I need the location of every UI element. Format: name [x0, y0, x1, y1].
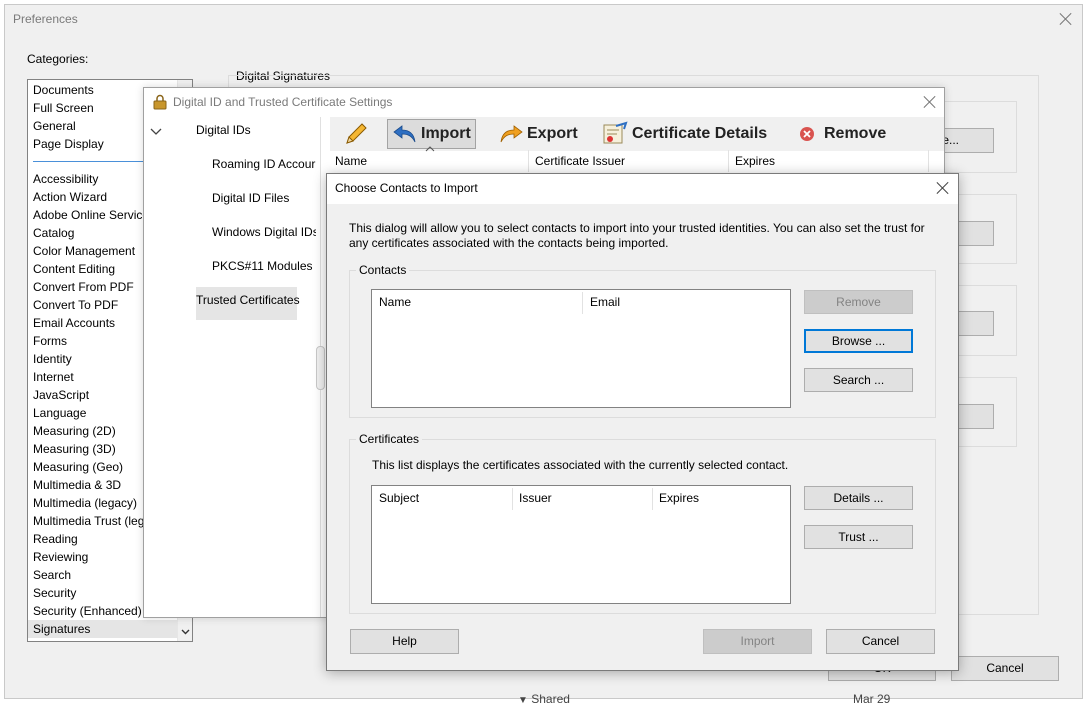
digital-id-close-icon[interactable]	[923, 95, 937, 109]
remove-contact-button[interactable]: Remove	[804, 290, 913, 314]
choose-contacts-close-icon[interactable]	[936, 181, 950, 195]
preferences-title: Preferences	[13, 12, 78, 26]
contacts-group-label: Contacts	[356, 263, 410, 277]
remove-circle-icon	[800, 127, 814, 141]
category-item[interactable]: Signatures	[28, 620, 192, 638]
preferences-close-icon[interactable]	[1059, 12, 1073, 26]
tree-pkcs11-modules[interactable]: PKCS#11 Modules a	[212, 259, 316, 273]
cancel-button[interactable]: Cancel	[826, 629, 935, 654]
column-expires[interactable]: Expires	[735, 154, 775, 168]
digital-id-title: Digital ID and Trusted Certificate Setti…	[173, 95, 393, 109]
column-divider	[528, 150, 529, 172]
shared-partial-text: ▼ Shared	[518, 692, 570, 706]
tree-digital-ids[interactable]: Digital IDs	[196, 123, 251, 137]
lock-icon	[153, 94, 167, 110]
import-button[interactable]: Import	[703, 629, 812, 654]
contacts-column-email[interactable]: Email	[583, 290, 620, 314]
tree-digital-id-files[interactable]: Digital ID Files	[212, 191, 289, 205]
certificates-group-label: Certificates	[356, 432, 423, 446]
import-toolbar-button[interactable]: Import	[387, 119, 476, 149]
contacts-column-name[interactable]: Name	[372, 290, 411, 314]
export-toolbar-button[interactable]: Export	[496, 117, 578, 151]
column-name[interactable]: Name	[335, 154, 367, 168]
tree-trusted-certificates[interactable]: Trusted Certificates	[196, 287, 300, 320]
date-partial-text: Mar 29	[853, 692, 891, 706]
tree-windows-digital-ids[interactable]: Windows Digital IDs	[212, 225, 316, 239]
export-toolbar-label: Export	[527, 125, 578, 142]
column-certificate-issuer[interactable]: Certificate Issuer	[535, 154, 625, 168]
choose-contacts-dialog: Choose Contacts to Import This dialog wi…	[326, 173, 959, 671]
column-divider	[728, 150, 729, 172]
certificate-icon	[603, 121, 628, 144]
undo-arrow-icon	[393, 125, 416, 143]
caret-up-icon	[425, 146, 435, 152]
tree-trusted-label: Trusted Certificates	[196, 293, 300, 307]
certificates-list[interactable]: Subject Issuer Expires	[371, 485, 791, 604]
column-divider	[928, 150, 929, 172]
remove-toolbar-button[interactable]: Remove	[796, 117, 886, 151]
certificates-column-subject[interactable]: Subject	[372, 486, 419, 510]
chevron-down-icon[interactable]	[149, 125, 163, 139]
pencil-icon[interactable]	[342, 120, 370, 148]
certificates-column-issuer[interactable]: Issuer	[512, 486, 552, 510]
details-button[interactable]: Details ...	[804, 486, 913, 510]
certificate-details-label: Certificate Details	[632, 125, 768, 142]
search-button[interactable]: Search ...	[804, 368, 913, 392]
help-button[interactable]: Help	[350, 629, 459, 654]
import-toolbar-label: Import	[421, 125, 471, 142]
categories-label: Categories:	[27, 52, 89, 66]
chevron-down-icon[interactable]	[178, 624, 193, 639]
remove-toolbar-label: Remove	[824, 125, 887, 142]
contacts-list[interactable]: Name Email	[371, 289, 791, 408]
certificates-column-expires[interactable]: Expires	[652, 486, 699, 510]
preferences-cancel-button[interactable]: Cancel	[951, 656, 1059, 681]
tree-roaming-id[interactable]: Roaming ID Accour	[212, 157, 316, 171]
splitter-handle[interactable]	[316, 346, 325, 390]
trust-button[interactable]: Trust ...	[804, 525, 913, 549]
choose-contacts-titlebar: Choose Contacts to Import	[327, 174, 958, 204]
certificate-details-toolbar-button[interactable]: Certificate Details	[600, 117, 767, 151]
choose-contacts-title: Choose Contacts to Import	[335, 181, 478, 195]
toolbar: Import Export Certificate Details Remove	[330, 117, 944, 152]
redo-arrow-icon	[500, 125, 523, 143]
dialog-description: This dialog will allow you to select con…	[349, 221, 925, 250]
browse-button[interactable]: Browse ...	[804, 329, 913, 353]
shared-label: Shared	[531, 692, 570, 706]
certificates-description: This list displays the certificates asso…	[372, 458, 789, 472]
